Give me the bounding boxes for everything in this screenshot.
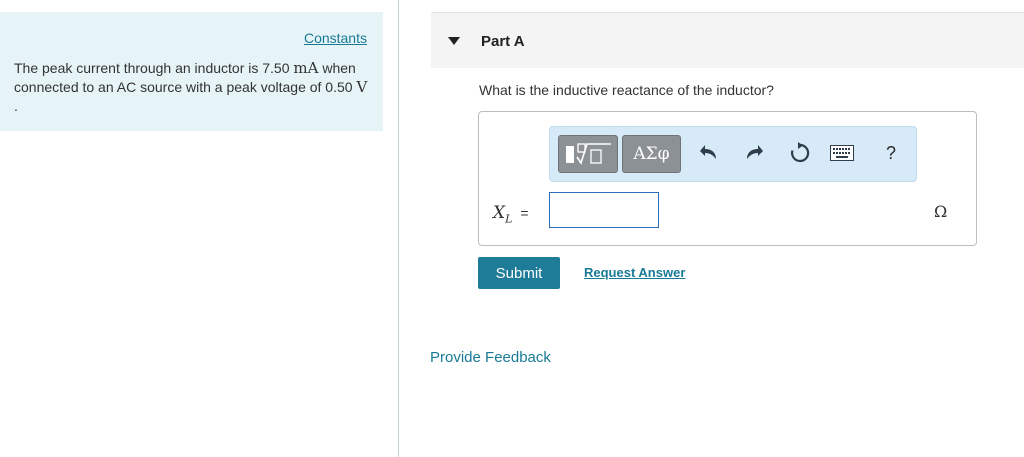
- part-header[interactable]: Part A: [431, 12, 1024, 68]
- problem-info-box: Constants The peak current through an in…: [0, 12, 383, 131]
- problem-unit-voltage: V: [356, 78, 368, 96]
- variable-subscript: L: [505, 212, 513, 226]
- problem-unit-current: mA: [293, 59, 319, 77]
- keyboard-icon[interactable]: [830, 141, 854, 165]
- reset-icon[interactable]: [788, 141, 812, 165]
- answer-input[interactable]: [549, 192, 659, 228]
- problem-text-1: The peak current through an inductor is …: [14, 60, 294, 76]
- templates-button[interactable]: [558, 135, 618, 173]
- variable-label: XL =: [493, 203, 529, 225]
- equals-sign: =: [520, 205, 529, 221]
- submit-button[interactable]: Submit: [478, 257, 560, 289]
- request-answer-link[interactable]: Request Answer: [584, 265, 685, 280]
- provide-feedback-link[interactable]: Provide Feedback: [430, 349, 551, 366]
- math-toolbar: ΑΣφ ?: [549, 126, 917, 182]
- collapse-caret-icon[interactable]: [448, 37, 460, 45]
- unit-ohm: Ω: [934, 202, 948, 221]
- undo-icon[interactable]: [697, 141, 721, 165]
- left-panel: Constants The peak current through an in…: [0, 0, 398, 457]
- help-icon[interactable]: ?: [879, 141, 903, 165]
- redo-icon[interactable]: [742, 141, 766, 165]
- variable-symbol: X: [493, 203, 506, 223]
- symbols-button[interactable]: ΑΣφ: [622, 135, 681, 173]
- problem-text-3: .: [14, 98, 18, 114]
- question-text: What is the inductive reactance of the i…: [479, 82, 774, 98]
- part-title: Part A: [481, 33, 525, 50]
- problem-statement: The peak current through an inductor is …: [14, 59, 374, 116]
- templates-icon: [566, 143, 611, 165]
- column-divider: [398, 0, 399, 457]
- answer-box: ΑΣφ ? XL = Ω: [478, 111, 977, 246]
- constants-link[interactable]: Constants: [304, 30, 367, 46]
